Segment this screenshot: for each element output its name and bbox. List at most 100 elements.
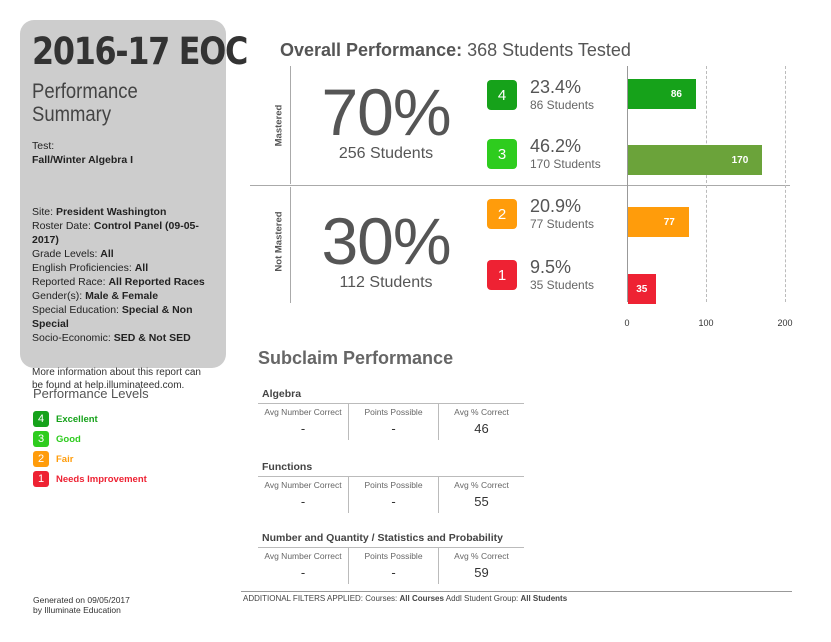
legend-item: 4 Excellent	[33, 409, 149, 429]
subclaim-title: Subclaim Performance	[258, 348, 454, 368]
report-subtitle: Performance Summary	[32, 80, 192, 126]
test-value: Fall/Winter Algebra I	[32, 154, 134, 166]
students-tested: 368 Students Tested	[467, 40, 631, 60]
column-header: Avg Number Correct	[264, 407, 342, 417]
cell-value: 55	[474, 494, 489, 509]
legend-item: 1 Needs Improvement	[33, 469, 149, 489]
not-mastered-divider	[290, 187, 291, 303]
grade-row: Grade Levels: All	[32, 248, 114, 260]
english-row: English Proficiencies: All	[32, 262, 149, 274]
subtitle-line-1: Performance	[32, 80, 138, 103]
level-count-bar-chart: 86 170 77 35 0 100 200	[624, 66, 793, 328]
chart-tick-label: 200	[777, 318, 793, 328]
subclaim-name: Number and Quantity / Statistics and Pro…	[262, 532, 503, 544]
chart-bar-level-1: 35	[628, 274, 656, 304]
filters-label: ADDITIONAL FILTERS APPLIED: Courses:	[243, 594, 400, 603]
subtitle-line-2: Summary	[32, 103, 112, 126]
roster-row: Roster Date: Control Panel (09-05-2017)	[32, 220, 199, 246]
legend-title: Performance Levels	[33, 386, 149, 401]
legend-item: 3 Good	[33, 429, 149, 449]
level-3-percent: 46.2%	[530, 136, 582, 156]
avg-percent-correct-cell: Avg % Correct 55	[438, 477, 524, 513]
mastered-row-label: Mastered	[273, 104, 285, 147]
group-value: All Students	[520, 594, 568, 603]
column-header: Points Possible	[364, 551, 423, 561]
level-1-badge: 1	[33, 471, 49, 487]
subclaim-name: Algebra	[262, 388, 302, 400]
column-header: Avg Number Correct	[264, 480, 342, 490]
filter-details: Site: President Washington Roster Date: …	[32, 205, 214, 345]
cell-value: -	[391, 494, 396, 509]
additional-filters: ADDITIONAL FILTERS APPLIED: Courses: All…	[243, 594, 567, 603]
subclaim-algebra: Algebra Avg Number Correct - Points Poss…	[258, 388, 524, 440]
level-3-box: 3	[487, 139, 517, 169]
level-1-percent: 9.5%	[530, 257, 572, 277]
column-header: Avg % Correct	[454, 551, 509, 561]
level-3-students: 170 Students	[530, 157, 601, 171]
level-2-students: 77 Students	[530, 217, 595, 231]
cell-value: -	[300, 421, 306, 436]
points-possible-cell: Points Possible -	[348, 477, 438, 513]
courses-value: All Courses	[399, 594, 444, 603]
subclaim-functions: Functions Avg Number Correct - Points Po…	[258, 461, 524, 513]
cell-value: -	[391, 421, 396, 436]
column-header: Avg Number Correct	[264, 551, 342, 561]
avg-number-correct-cell: Avg Number Correct -	[258, 477, 348, 513]
column-header: Points Possible	[364, 407, 423, 417]
level-2-box: 2	[487, 199, 517, 229]
level-2-badge: 2	[33, 451, 49, 467]
legend-label: Good	[56, 433, 81, 445]
avg-number-correct-cell: Avg Number Correct -	[258, 548, 348, 584]
cell-value: 46	[474, 421, 489, 436]
mastered-percent: 70%	[321, 75, 451, 149]
group-label: Addl Student Group:	[443, 594, 521, 603]
chart-bar-level-2: 77	[628, 207, 689, 237]
subclaim-name: Functions	[262, 461, 313, 473]
overall-performance-title: Overall Performance: 368 Students Tested	[280, 40, 631, 61]
sped-row: Special Education: Special & Non Special	[32, 304, 193, 330]
mastered-students: 256 Students	[338, 145, 434, 162]
footer-divider	[241, 591, 792, 592]
avg-number-correct-cell: Avg Number Correct -	[258, 404, 348, 440]
level-4-students: 86 Students	[530, 98, 595, 112]
column-header: Avg % Correct	[454, 480, 509, 490]
chart-tick-label: 100	[698, 318, 714, 328]
legend-label: Needs Improvement	[56, 473, 147, 485]
level-2-percent: 20.9%	[530, 196, 582, 216]
not-mastered-percent: 30%	[321, 204, 451, 278]
cell-value: -	[391, 565, 396, 580]
chart-bar-level-4: 86	[628, 79, 696, 109]
legend-label: Excellent	[56, 413, 98, 425]
level-3-badge: 3	[33, 431, 49, 447]
cell-value: -	[300, 494, 306, 509]
avg-percent-correct-cell: Avg % Correct 59	[438, 548, 524, 584]
chart-gridline	[706, 66, 707, 302]
points-possible-cell: Points Possible -	[348, 548, 438, 584]
level-4-percent: 23.4%	[530, 77, 582, 97]
report-summary-panel: 2016-17 EOC Performance Summary Test: Fa…	[20, 20, 248, 391]
subclaim-number-quantity-statistics: Number and Quantity / Statistics and Pro…	[258, 532, 524, 584]
not-mastered-students: 112 Students	[339, 274, 433, 291]
points-possible-cell: Points Possible -	[348, 404, 438, 440]
chart-bar-level-3: 170	[628, 145, 763, 175]
chart-gridline	[785, 66, 786, 302]
level-1-box: 1	[487, 260, 517, 290]
cell-value: 59	[474, 565, 489, 580]
subclaim-grid: Avg Number Correct - Points Possible - A…	[258, 476, 524, 513]
report-year-title: 2016-17 EOC	[32, 30, 248, 73]
subclaim-grid: Avg Number Correct - Points Possible - A…	[258, 403, 524, 440]
column-header: Avg % Correct	[454, 407, 509, 417]
performance-levels-legend: Performance Levels 4 Excellent 3 Good 2 …	[33, 386, 149, 489]
generated-by: by Illuminate Education	[33, 605, 121, 615]
test-label: Test:	[32, 140, 55, 152]
chart-tick-label: 0	[624, 318, 630, 328]
mastered-divider	[290, 66, 291, 184]
level-4-box: 4	[487, 80, 517, 110]
avg-percent-correct-cell: Avg % Correct 46	[438, 404, 524, 440]
level-4-badge: 4	[33, 411, 49, 427]
cell-value: -	[300, 565, 306, 580]
gender-row: Gender(s): Male & Female	[32, 290, 159, 302]
level-1-students: 35 Students	[530, 278, 595, 292]
overall-title-label: Overall Performance:	[280, 40, 463, 60]
legend-label: Fair	[56, 453, 74, 465]
